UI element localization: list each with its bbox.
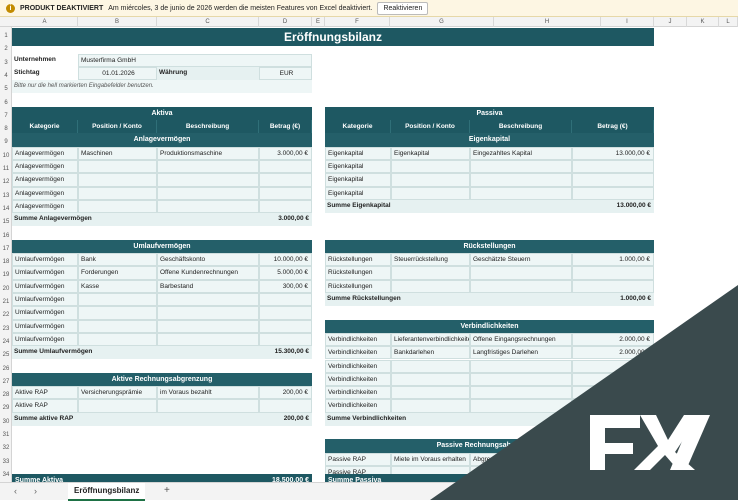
logo-overlay (430, 285, 738, 500)
